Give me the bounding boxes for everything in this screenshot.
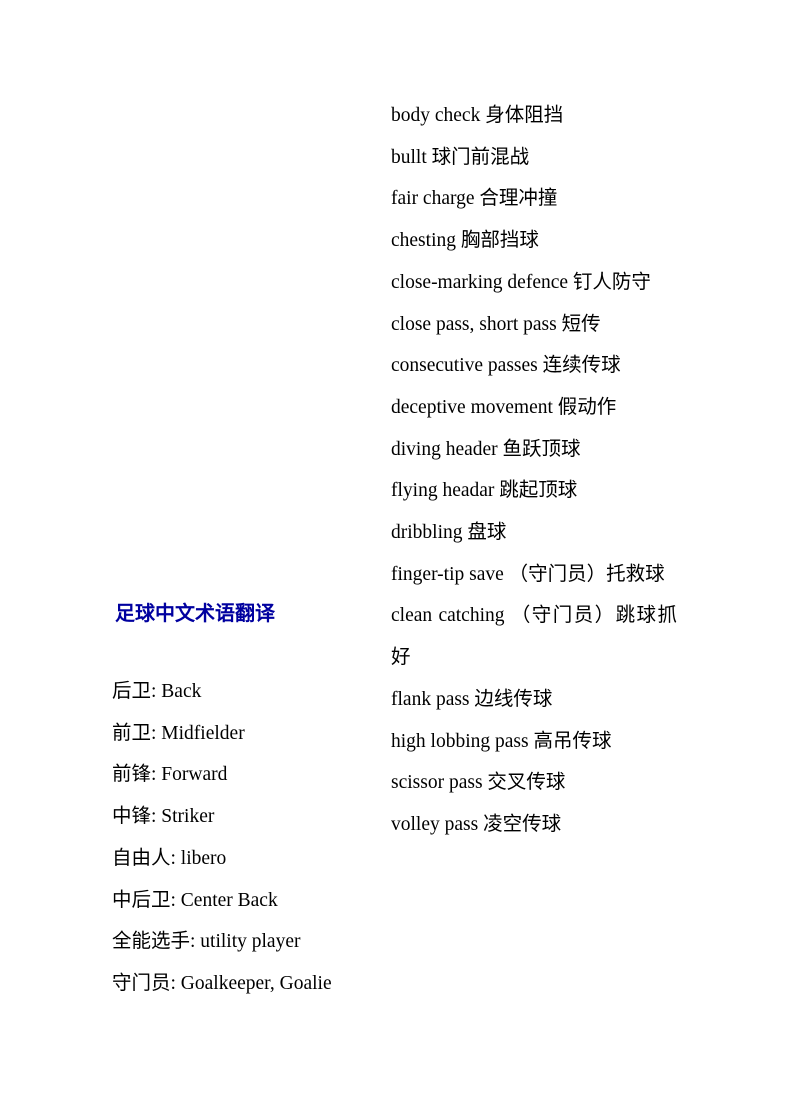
glossary-entry: body check 身体阻挡 <box>391 105 564 126</box>
glossary-entry: diving header 鱼跃顶球 <box>391 438 581 460</box>
position-entry: 守门员: Goalkeeper, Goalie <box>112 972 332 994</box>
position-entry: 自由人: libero <box>112 847 227 869</box>
document-page: body check 身体阻挡 bullt 球门前混战 fair charge … <box>0 0 792 1120</box>
position-entry: 前锋: Forward <box>112 764 228 786</box>
glossary-entry: dribbling 盘球 <box>391 522 507 544</box>
glossary-entry: flying headar 跳起顶球 <box>391 480 578 502</box>
glossary-entry: close pass, short pass 短传 <box>391 313 601 335</box>
position-entry: 前卫: Midfielder <box>112 722 245 744</box>
glossary-entry: consecutive passes 连续传球 <box>391 355 621 377</box>
glossary-entry: clean catching （守门员）跳球抓好 <box>391 605 677 669</box>
glossary-column-right: body check 身体阻挡 bullt 球门前混战 fair charge … <box>391 95 677 846</box>
position-entry: 中后卫: Center Back <box>112 889 278 911</box>
positions-column-left: 足球中文术语翻译 后卫: Back 前卫: Midfielder 前锋: For… <box>112 598 388 1005</box>
glossary-entry: close-marking defence 钉人防守 <box>391 271 651 293</box>
page-title: 足球中文术语翻译 <box>115 601 275 625</box>
glossary-entry: deceptive movement 假动作 <box>391 396 617 418</box>
glossary-entry: flank pass 边线传球 <box>391 688 553 710</box>
glossary-entry: finger-tip save （守门员）托救球 <box>391 563 665 585</box>
glossary-entry: fair charge 合理冲撞 <box>391 188 558 210</box>
glossary-entry: bullt 球门前混战 <box>391 146 530 168</box>
glossary-entry: high lobbing pass 高吊传球 <box>391 730 612 752</box>
glossary-entry: scissor pass 交叉传球 <box>391 772 566 794</box>
glossary-entry: volley pass 凌空传球 <box>391 813 562 835</box>
glossary-entry: chesting 胸部挡球 <box>391 230 539 252</box>
position-entry: 全能选手: utility player <box>112 931 301 953</box>
position-entry: 后卫: Back <box>112 681 202 702</box>
position-entry: 中锋: Striker <box>112 806 215 828</box>
